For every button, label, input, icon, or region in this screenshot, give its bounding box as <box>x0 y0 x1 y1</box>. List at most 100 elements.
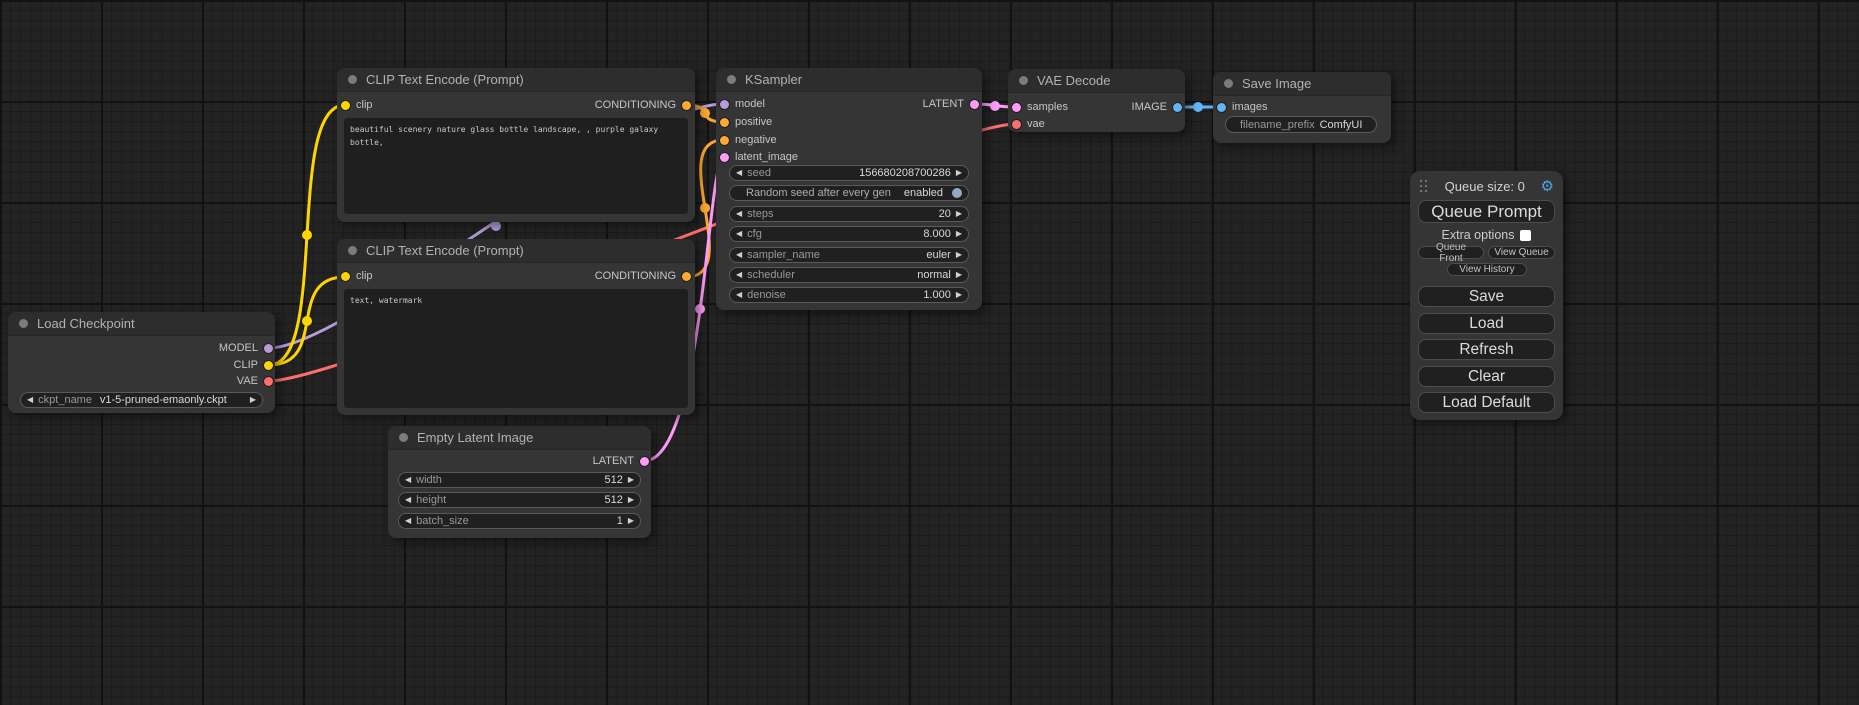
output-slot-image[interactable]: IMAGE <box>1132 100 1182 114</box>
node-clip-text-encode-negative[interactable]: CLIP Text Encode (Prompt) clip CONDITION… <box>337 239 695 415</box>
view-queue-button[interactable]: View Queue <box>1488 246 1555 259</box>
widget-cfg[interactable]: ◀ cfg 8.000 ▶ <box>729 226 969 242</box>
collapse-dot-icon[interactable] <box>1019 76 1028 85</box>
slot-dot-conditioning[interactable] <box>720 118 729 127</box>
slot-dot-conditioning[interactable] <box>682 101 691 110</box>
decrement-arrow-icon[interactable]: ◀ <box>736 251 742 259</box>
decrement-arrow-icon[interactable]: ◀ <box>405 517 411 525</box>
slot-dot-latent[interactable] <box>1012 103 1021 112</box>
widget-scheduler[interactable]: ◀ scheduler normal ▶ <box>729 267 969 283</box>
slot-dot-conditioning[interactable] <box>682 272 691 281</box>
widget-height[interactable]: ◀ height 512 ▶ <box>398 492 641 508</box>
slot-dot-latent[interactable] <box>720 153 729 162</box>
load-default-button[interactable]: Load Default <box>1418 392 1555 413</box>
widget-steps[interactable]: ◀ steps 20 ▶ <box>729 206 969 222</box>
increment-arrow-icon[interactable]: ▶ <box>628 496 634 504</box>
toggle-enabled-icon[interactable] <box>952 188 962 198</box>
decrement-arrow-icon[interactable]: ◀ <box>736 169 742 177</box>
refresh-button[interactable]: Refresh <box>1418 339 1555 360</box>
increment-arrow-icon[interactable]: ▶ <box>250 396 256 404</box>
queue-front-button[interactable]: Queue Front <box>1418 246 1484 259</box>
node-load-checkpoint[interactable]: Load Checkpoint MODEL CLIP VAE ◀ ckpt_na… <box>8 312 275 413</box>
widget-batch-size[interactable]: ◀ batch_size 1 ▶ <box>398 513 641 529</box>
collapse-dot-icon[interactable] <box>1224 79 1233 88</box>
slot-dot-model[interactable] <box>720 100 729 109</box>
prompt-textarea-positive[interactable]: beautiful scenery nature glass bottle la… <box>344 118 688 214</box>
node-vae-decode[interactable]: VAE Decode samples vae IMAGE <box>1008 69 1185 132</box>
input-slot-samples[interactable]: samples <box>1012 100 1068 114</box>
output-slot-vae[interactable]: VAE <box>237 374 273 388</box>
decrement-arrow-icon[interactable]: ◀ <box>736 210 742 218</box>
slot-dot-latent[interactable] <box>970 100 979 109</box>
widget-random-seed-toggle[interactable]: Random seed after every gen enabled <box>729 185 969 201</box>
clear-button[interactable]: Clear <box>1418 366 1555 387</box>
decrement-arrow-icon[interactable]: ◀ <box>27 396 33 404</box>
view-history-button[interactable]: View History <box>1447 263 1527 276</box>
widget-denoise[interactable]: ◀ denoise 1.000 ▶ <box>729 287 969 303</box>
output-slot-conditioning[interactable]: CONDITIONING <box>595 269 691 283</box>
increment-arrow-icon[interactable]: ▶ <box>956 169 962 177</box>
decrement-arrow-icon[interactable]: ◀ <box>736 230 742 238</box>
node-title-bar[interactable]: CLIP Text Encode (Prompt) <box>337 239 695 263</box>
slot-dot-clip[interactable] <box>341 272 350 281</box>
decrement-arrow-icon[interactable]: ◀ <box>736 271 742 279</box>
widget-width[interactable]: ◀ width 512 ▶ <box>398 472 641 488</box>
increment-arrow-icon[interactable]: ▶ <box>956 230 962 238</box>
widget-sampler-name[interactable]: ◀ sampler_name euler ▶ <box>729 247 969 263</box>
node-title-bar[interactable]: Load Checkpoint <box>8 312 275 336</box>
prompt-textarea-negative[interactable]: text, watermark <box>344 289 688 408</box>
output-slot-latent[interactable]: LATENT <box>593 454 649 468</box>
input-slot-model[interactable]: model <box>720 97 765 111</box>
node-ksampler[interactable]: KSampler model positive negative latent_… <box>716 68 982 310</box>
slot-dot-vae[interactable] <box>1012 120 1021 129</box>
node-title-bar[interactable]: CLIP Text Encode (Prompt) <box>337 68 695 92</box>
collapse-dot-icon[interactable] <box>348 246 357 255</box>
input-slot-latent-image[interactable]: latent_image <box>720 150 798 164</box>
drag-handle-icon[interactable] <box>1419 179 1429 193</box>
load-button[interactable]: Load <box>1418 313 1555 334</box>
node-title-bar[interactable]: KSampler <box>716 68 982 92</box>
input-slot-negative[interactable]: negative <box>720 133 777 147</box>
settings-gear-icon[interactable]: ⚙ <box>1541 179 1554 194</box>
collapse-dot-icon[interactable] <box>727 75 736 84</box>
slot-dot-image[interactable] <box>1173 103 1182 112</box>
increment-arrow-icon[interactable]: ▶ <box>956 291 962 299</box>
increment-arrow-icon[interactable]: ▶ <box>956 271 962 279</box>
collapse-dot-icon[interactable] <box>19 319 28 328</box>
collapse-dot-icon[interactable] <box>399 433 408 442</box>
output-slot-conditioning[interactable]: CONDITIONING <box>595 98 691 112</box>
slot-dot-clip[interactable] <box>341 101 350 110</box>
node-save-image[interactable]: Save Image images filename_prefix ComfyU… <box>1213 72 1391 143</box>
increment-arrow-icon[interactable]: ▶ <box>956 210 962 218</box>
widget-seed[interactable]: ◀ seed 156680208700286 ▶ <box>729 165 969 181</box>
output-slot-model[interactable]: MODEL <box>219 341 273 355</box>
input-slot-vae[interactable]: vae <box>1012 117 1045 131</box>
queue-prompt-button[interactable]: Queue Prompt <box>1418 200 1555 223</box>
slot-dot-latent[interactable] <box>640 457 649 466</box>
slot-dot-clip[interactable] <box>264 361 273 370</box>
decrement-arrow-icon[interactable]: ◀ <box>405 476 411 484</box>
save-button[interactable]: Save <box>1418 286 1555 307</box>
node-title-bar[interactable]: Empty Latent Image <box>388 426 651 450</box>
slot-dot-conditioning[interactable] <box>720 136 729 145</box>
node-title-bar[interactable]: Save Image <box>1213 72 1391 96</box>
slot-dot-vae[interactable] <box>264 377 273 386</box>
output-slot-latent[interactable]: LATENT <box>923 97 979 111</box>
node-empty-latent-image[interactable]: Empty Latent Image LATENT ◀ width 512 ▶ … <box>388 426 651 538</box>
collapse-dot-icon[interactable] <box>348 75 357 84</box>
input-slot-images[interactable]: images <box>1217 100 1267 114</box>
increment-arrow-icon[interactable]: ▶ <box>956 251 962 259</box>
increment-arrow-icon[interactable]: ▶ <box>628 517 634 525</box>
decrement-arrow-icon[interactable]: ◀ <box>736 291 742 299</box>
node-clip-text-encode-positive[interactable]: CLIP Text Encode (Prompt) clip CONDITION… <box>337 68 695 222</box>
input-slot-clip[interactable]: clip <box>341 269 373 283</box>
decrement-arrow-icon[interactable]: ◀ <box>405 496 411 504</box>
extra-options-checkbox[interactable] <box>1520 230 1531 241</box>
increment-arrow-icon[interactable]: ▶ <box>628 476 634 484</box>
slot-dot-image[interactable] <box>1217 103 1226 112</box>
widget-ckpt-name[interactable]: ◀ ckpt_name v1-5-pruned-emaonly.ckpt ▶ <box>20 392 263 408</box>
input-slot-positive[interactable]: positive <box>720 115 772 129</box>
slot-dot-model[interactable] <box>264 344 273 353</box>
input-slot-clip[interactable]: clip <box>341 98 373 112</box>
widget-filename-prefix[interactable]: filename_prefix ComfyUI <box>1225 116 1377 133</box>
